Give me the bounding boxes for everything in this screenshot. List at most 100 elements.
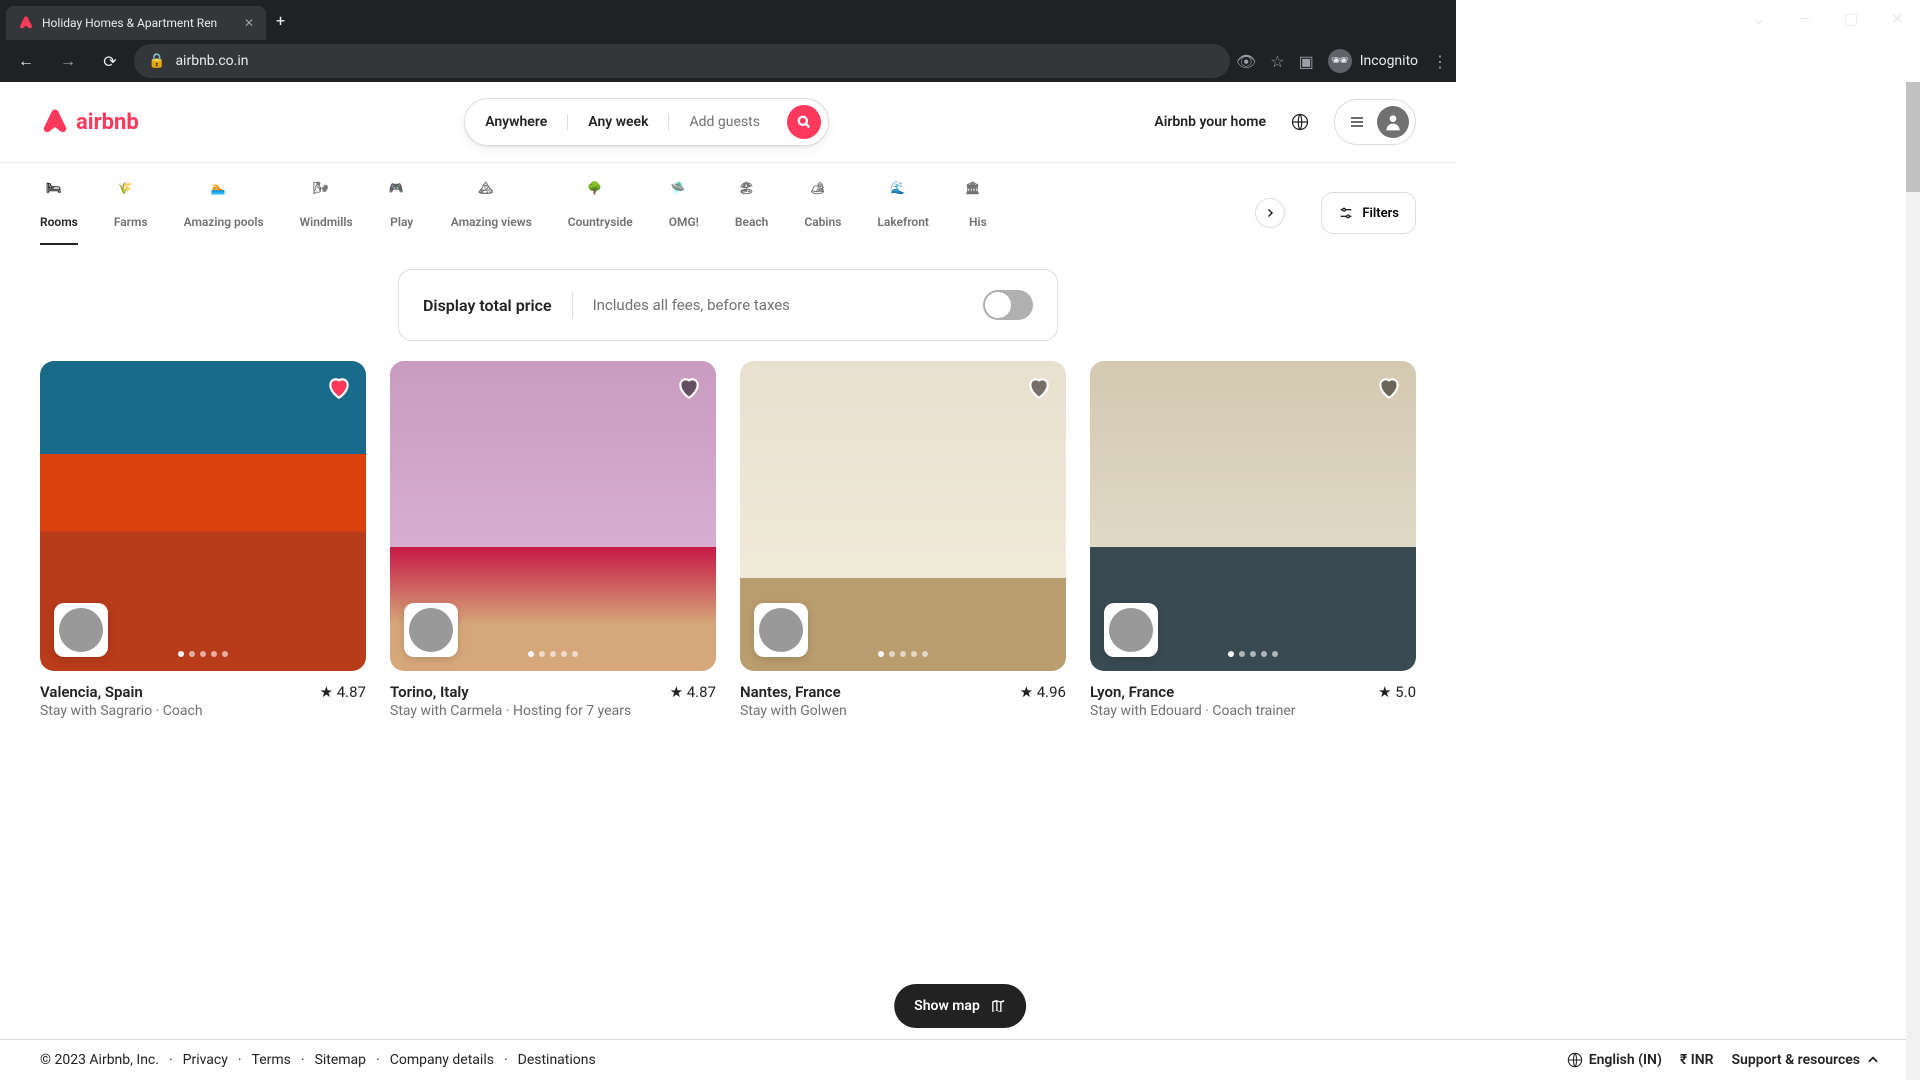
copyright: © 2023 Airbnb, Inc.: [40, 1052, 159, 1068]
forward-button[interactable]: →: [50, 43, 86, 79]
listing-rating: ★ 4.96: [1020, 683, 1066, 701]
favorite-button[interactable]: [1026, 375, 1052, 405]
category-label: Cabins: [804, 215, 841, 229]
category-rooms[interactable]: 🛏Rooms: [40, 181, 78, 245]
footer-support[interactable]: Support & resources: [1732, 1052, 1880, 1068]
total-price-toggle[interactable]: [983, 290, 1033, 320]
footer-link-destinations[interactable]: Destinations: [518, 1052, 596, 1068]
footer-currency[interactable]: ₹ INR: [1680, 1052, 1714, 1068]
incognito-indicator[interactable]: 🕶 Incognito: [1328, 49, 1418, 73]
footer-link-company-details[interactable]: Company details: [390, 1052, 494, 1068]
listing-image[interactable]: [740, 361, 1066, 671]
scrollbar-thumb[interactable]: [1906, 82, 1920, 192]
panel-icon[interactable]: ▣: [1299, 52, 1314, 71]
map-icon: [990, 998, 1006, 1014]
browser-tab[interactable]: Holiday Homes & Apartment Ren ✕: [6, 6, 266, 40]
reload-button[interactable]: ⟳: [92, 43, 128, 79]
tab-title: Holiday Homes & Apartment Ren: [42, 16, 236, 30]
listing-subtitle: Stay with Edouard · Coach trainer: [1090, 703, 1416, 719]
chevron-up-icon: [1866, 1053, 1880, 1067]
category-play[interactable]: 🎮Play: [389, 181, 415, 245]
listing-card[interactable]: Lyon, France ★ 5.0 Stay with Edouard · C…: [1090, 361, 1416, 719]
tab-dropdown-icon[interactable]: ⌄: [1736, 0, 1782, 36]
listing-image[interactable]: [390, 361, 716, 671]
listing-title: Nantes, France: [740, 683, 841, 701]
price-banner-title: Display total price: [423, 296, 552, 315]
search-where[interactable]: Anywhere: [465, 114, 568, 130]
category-lakefront[interactable]: 🌊Lakefront: [877, 181, 929, 245]
airbnb-your-home-link[interactable]: Airbnb your home: [1154, 114, 1266, 130]
eye-off-icon[interactable]: 👁: [1236, 52, 1256, 71]
listing-rating: ★ 4.87: [670, 683, 716, 701]
chevron-right-icon: [1264, 207, 1276, 219]
show-map-button[interactable]: Show map: [894, 984, 1026, 1028]
globe-icon: [1291, 113, 1309, 131]
search-button[interactable]: [787, 105, 821, 139]
footer-link-terms[interactable]: Terms: [252, 1052, 291, 1068]
listing-card[interactable]: Valencia, Spain ★ 4.87 Stay with Sagrari…: [40, 361, 366, 719]
category-beach[interactable]: 🏖Beach: [735, 181, 768, 245]
category-scroll[interactable]: 🛏Rooms 🌾Farms 🏊Amazing pools 🌬Windmills 🎮Pla…: [40, 181, 1219, 245]
category-cabins[interactable]: 🏕 Cabins: [804, 181, 841, 245]
favorite-button[interactable]: [1376, 375, 1402, 405]
listing-card[interactable]: Torino, Italy ★ 4.87 Stay with Carmela ·…: [390, 361, 716, 719]
footer-currency-label: ₹ INR: [1680, 1052, 1714, 1068]
listing-subtitle: Stay with Sagrario · Coach: [40, 703, 366, 719]
close-icon[interactable]: ✕: [244, 16, 254, 30]
category-omg-[interactable]: 🛸OMG!: [669, 181, 699, 245]
site-header: airbnb Anywhere Any week Add guests Airb…: [0, 82, 1456, 163]
bookmark-icon[interactable]: ☆: [1270, 52, 1284, 71]
search-who[interactable]: Add guests: [669, 114, 779, 130]
category-next-button[interactable]: [1255, 198, 1285, 228]
url-text: airbnb.co.in: [175, 53, 248, 69]
carousel-dots: [528, 651, 578, 657]
category-label: Beach: [735, 215, 768, 229]
user-menu[interactable]: [1334, 99, 1416, 145]
carousel-dots: [178, 651, 228, 657]
listing-rating: ★ 5.0: [1378, 683, 1416, 701]
category-icon: 🎮: [389, 181, 415, 207]
kebab-menu-icon[interactable]: ⋮: [1432, 52, 1448, 71]
category-farms[interactable]: 🌾Farms: [114, 181, 148, 245]
minimize-icon[interactable]: —: [1782, 0, 1828, 36]
maximize-icon[interactable]: ▢: [1828, 0, 1874, 36]
listing-image[interactable]: [40, 361, 366, 671]
search-when[interactable]: Any week: [568, 114, 669, 130]
footer-left: © 2023 Airbnb, Inc. ·Privacy·Terms·Sitem…: [40, 1052, 596, 1068]
filters-button[interactable]: Filters: [1321, 192, 1416, 234]
category-windmills[interactable]: 🌬Windmills: [300, 181, 353, 245]
carousel-dots: [878, 651, 928, 657]
category-icon: 🛏: [46, 181, 72, 207]
back-button[interactable]: ←: [8, 43, 44, 79]
footer-link-privacy[interactable]: Privacy: [183, 1052, 228, 1068]
language-button[interactable]: [1280, 102, 1320, 142]
category-icon: 🏕: [810, 181, 836, 207]
favorite-button[interactable]: [676, 375, 702, 405]
airbnb-favicon-icon: [18, 15, 34, 31]
host-badge: [404, 603, 458, 657]
category-icon: 🌳: [587, 181, 613, 207]
url-input[interactable]: 🔒 airbnb.co.in: [134, 44, 1230, 78]
scrollbar[interactable]: [1906, 82, 1920, 1080]
filters-label: Filters: [1362, 206, 1399, 221]
search-pill[interactable]: Anywhere Any week Add guests: [464, 98, 829, 146]
airbnb-logo[interactable]: airbnb: [40, 106, 139, 138]
category-countryside[interactable]: 🌳Countryside: [568, 181, 633, 245]
page-content: airbnb Anywhere Any week Add guests Airb…: [0, 82, 1456, 816]
new-tab-button[interactable]: +: [276, 11, 285, 30]
listing-image[interactable]: [1090, 361, 1416, 671]
host-badge: [1104, 603, 1158, 657]
host-badge: [54, 603, 108, 657]
close-window-icon[interactable]: ✕: [1874, 0, 1920, 36]
category-amazing-views[interactable]: 🏔Amazing views: [451, 181, 532, 245]
category-label: His: [969, 215, 987, 229]
category-icon: 🌊: [890, 181, 916, 207]
category-icon: 🌬: [313, 181, 339, 207]
footer-language[interactable]: English (IN): [1567, 1052, 1662, 1068]
footer-link-sitemap[interactable]: Sitemap: [315, 1052, 366, 1068]
category-amazing-pools[interactable]: 🏊Amazing pools: [184, 181, 264, 245]
favorite-button[interactable]: [326, 375, 352, 405]
listing-card[interactable]: Nantes, France ★ 4.96 Stay with Golwen: [740, 361, 1066, 719]
host-avatar: [409, 608, 453, 652]
category-his[interactable]: 🏛His: [965, 181, 991, 245]
